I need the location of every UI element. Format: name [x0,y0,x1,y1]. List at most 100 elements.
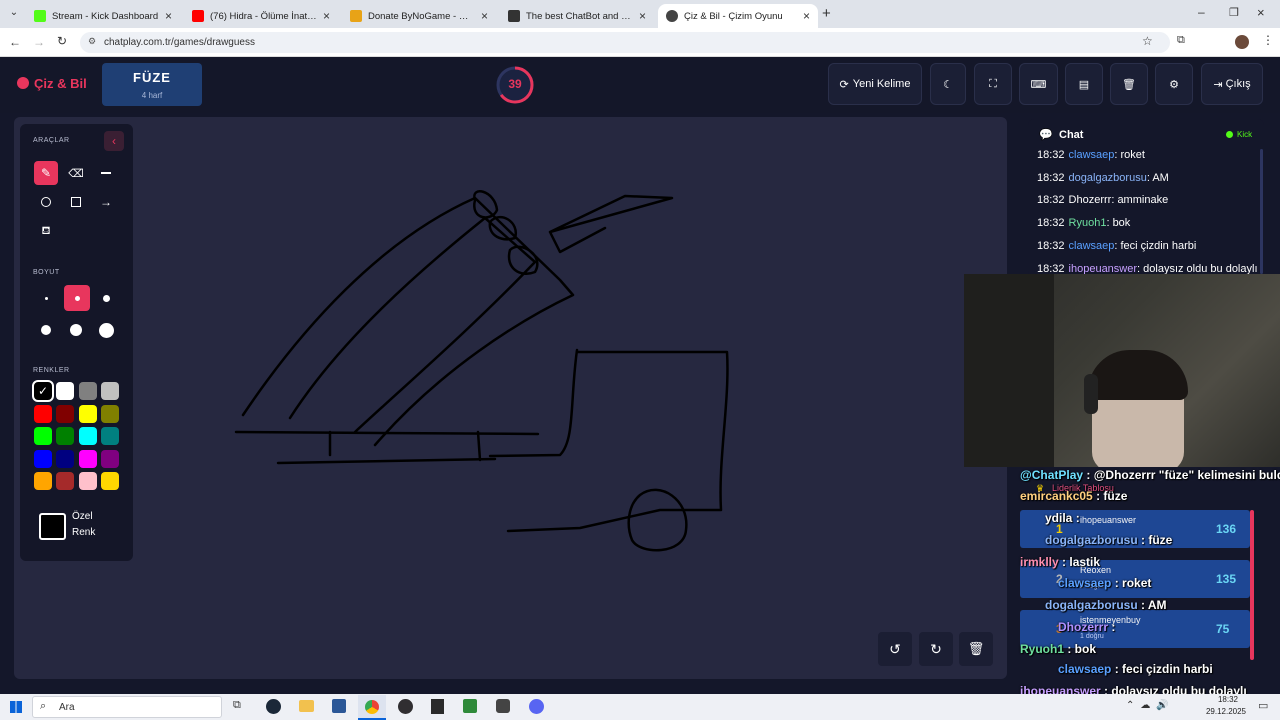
current-word-card: FÜZE 4 harf [102,63,202,106]
bookmark-star-icon[interactable]: ☆ [1142,34,1153,48]
color-swatch[interactable] [101,405,119,423]
collapse-panel-button[interactable]: ‹ [104,131,124,151]
color-swatch[interactable] [56,450,74,468]
windows-start-icon[interactable] [10,701,22,713]
undo-button[interactable]: ↺ [878,632,912,666]
color-swatch[interactable] [34,405,52,423]
extensions-icon[interactable]: ⧉ [1177,34,1185,47]
arrow-tool[interactable]: → [94,190,118,214]
sketch-stroke [488,348,579,458]
clear-canvas-button[interactable]: 🗑 [959,632,993,666]
color-swatch[interactable] [101,382,119,400]
theme-toggle-button[interactable]: ☾ [930,63,966,105]
color-swatch[interactable] [56,427,74,445]
forward-icon[interactable]: → [33,35,45,49]
size-option[interactable] [34,286,58,310]
rectangle-tool[interactable] [64,190,88,214]
close-tab-icon[interactable]: × [639,9,646,23]
color-swatch[interactable] [34,427,52,445]
color-swatch[interactable]: ✓ [32,380,54,402]
color-swatch[interactable] [79,450,97,468]
circle-tool[interactable] [34,190,58,214]
settings-button[interactable]: ⚙ [1155,63,1193,105]
eraser-tool[interactable]: ⌫ [64,161,88,185]
chat-username[interactable]: clawsaep [1069,149,1115,161]
fill-tool[interactable]: ⛾ [34,220,58,244]
youtube-favicon-icon [192,10,204,22]
close-tab-icon[interactable]: × [803,9,810,23]
color-swatch[interactable] [101,472,119,490]
size-option[interactable] [94,286,118,310]
menu-icon[interactable]: ⋮ [1262,33,1274,47]
chat-username[interactable]: ihopeuanswer [1069,263,1138,275]
archive-button[interactable]: ▤ [1065,63,1103,105]
exit-button[interactable]: ⇥ Çıkış [1201,63,1263,105]
browser-tab[interactable]: The best ChatBot and Widgets× [500,4,654,28]
chat-username[interactable]: clawsaep [1069,240,1115,252]
size-option[interactable] [34,318,58,342]
clock-time[interactable]: 18:32 [1206,695,1250,704]
new-word-button[interactable]: ⟳ Yeni Kelime [828,63,922,105]
color-swatch[interactable] [56,472,74,490]
close-tab-icon[interactable]: × [165,9,172,23]
browser-tab-active[interactable]: Çiz & Bil - Çizim Oyunu × [658,4,818,28]
color-swatch[interactable] [79,382,97,400]
color-swatch[interactable] [79,405,97,423]
chat-scrollbar[interactable] [1260,149,1263,274]
profile-avatar[interactable] [1235,35,1249,49]
close-tab-icon[interactable]: × [323,9,330,23]
status-dot-icon [1226,131,1233,138]
pen-tool[interactable]: ✎ [34,161,58,185]
browser-tab[interactable]: Stream - Kick Dashboard × [26,4,180,28]
system-tray-icons[interactable]: ⌃☁🔊 [1126,700,1175,711]
close-window-button[interactable]: × [1257,5,1265,20]
app-taskbar-icon[interactable] [496,699,510,713]
app-logo-text[interactable]: Çiz & Bil [34,76,87,91]
browser-tab[interactable]: (76) Hidra - Ölüme İnat - Yo × [184,4,338,28]
keyboard-button[interactable]: ⌨ [1019,63,1058,105]
minimize-window-button[interactable]: – [1198,5,1205,19]
task-view-icon[interactable]: ⧉ [233,699,241,712]
color-swatch[interactable] [101,450,119,468]
color-swatch[interactable] [79,472,97,490]
url-field[interactable]: ⚙ chatplay.com.tr/games/drawguess [80,32,1170,53]
taskbar-search[interactable]: ⌕ Ara [32,696,222,718]
reload-icon[interactable]: ↻ [57,34,67,48]
line-tool[interactable] [94,161,118,185]
redo-button[interactable]: ↻ [919,632,953,666]
app-taskbar-icon[interactable] [463,699,477,713]
fullscreen-button[interactable]: ⛶ [974,63,1012,105]
clear-button[interactable]: 🗑 [1110,63,1148,105]
color-swatch[interactable] [34,450,52,468]
back-icon[interactable]: ← [9,35,21,49]
custom-color-button[interactable]: Özel Renk [33,505,121,549]
notification-icon[interactable]: ▭ [1258,699,1268,712]
browser-tab[interactable]: Donate ByNoGame - Gelen/Gid× [342,4,496,28]
close-tab-icon[interactable]: × [481,9,488,23]
new-tab-button[interactable]: + [822,5,831,22]
chrome-taskbar-icon[interactable] [358,695,386,720]
color-swatch[interactable] [79,427,97,445]
file-explorer-taskbar-icon[interactable] [299,700,314,712]
obs-taskbar-icon[interactable] [398,699,413,714]
clock-date[interactable]: 29.12.2025 [1200,707,1252,716]
chat-username[interactable]: dogalgazborusu [1069,172,1147,184]
size-option[interactable] [64,318,88,342]
epic-games-taskbar-icon[interactable] [431,699,444,714]
site-info-icon[interactable]: ⚙ [88,36,96,47]
drawing-canvas[interactable]: ↺ ↻ 🗑 [14,117,1007,679]
size-option-selected[interactable] [64,285,90,311]
steam-taskbar-icon[interactable] [266,699,281,714]
chat-username[interactable]: Dhozerrr [1069,194,1112,206]
chat-username[interactable]: Ryuoh1 [1069,217,1107,229]
color-swatch[interactable] [56,405,74,423]
leaderboard-score: 135 [1216,572,1237,586]
store-taskbar-icon[interactable] [332,699,346,713]
discord-taskbar-icon[interactable] [529,699,544,714]
color-swatch[interactable] [34,472,52,490]
color-swatch[interactable] [56,382,74,400]
restore-window-button[interactable]: ❐ [1229,6,1239,19]
size-option[interactable] [94,318,118,342]
tab-search-icon[interactable]: ⌄ [6,7,22,21]
color-swatch[interactable] [101,427,119,445]
